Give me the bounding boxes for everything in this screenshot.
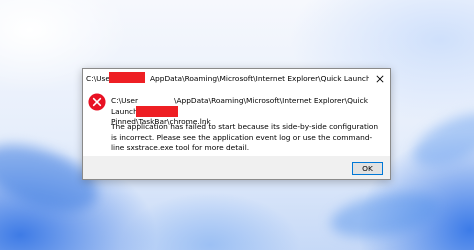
dialog-title-suffix: AppData\Roaming\Microsoft\Internet Explo…: [150, 74, 369, 83]
path-redaction: [136, 106, 178, 117]
error-dialog: C:\User AppData\Roaming\Microsoft\Interne…: [82, 68, 391, 180]
wallpaper-swirl: [327, 185, 443, 245]
close-icon: [376, 74, 384, 83]
error-icon: [88, 93, 106, 111]
error-message: The application has failed to start beca…: [111, 122, 379, 152]
shortcut-path-prefix: C:\User: [111, 96, 138, 105]
dialog-titlebar[interactable]: C:\User AppData\Roaming\Microsoft\Interne…: [83, 69, 390, 88]
close-button[interactable]: [370, 69, 390, 88]
dialog-footer: OK: [83, 156, 390, 179]
wallpaper-swirl: [405, 102, 474, 178]
title-redaction: [109, 72, 145, 83]
dialog-content: C:\User \AppData\Roaming\Microsoft\Intern…: [83, 88, 390, 156]
ok-button[interactable]: OK: [352, 162, 383, 175]
